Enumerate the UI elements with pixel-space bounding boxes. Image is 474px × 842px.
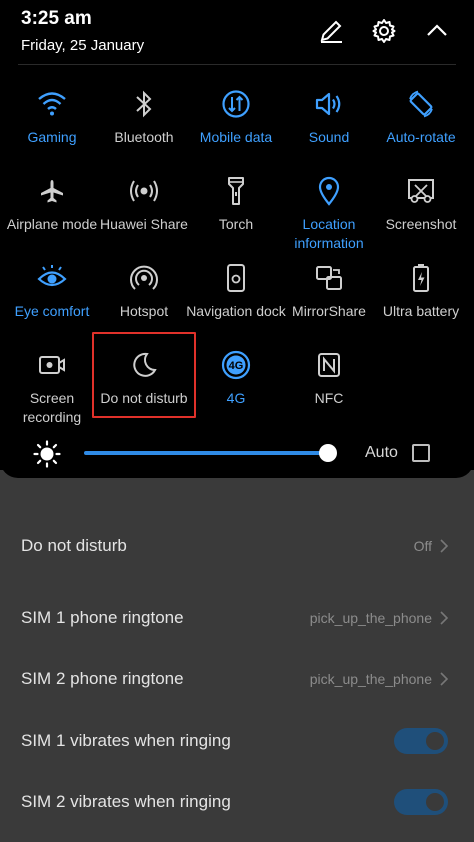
tile-label: 4G [226,390,246,406]
settings-row-sim2-ringtone[interactable]: SIM 2 phone ringtone pick_up_the_phone [0,648,474,709]
tile-mobile-data[interactable]: Mobile data [190,88,282,174]
chevron-right-icon [440,610,449,625]
tile-huawei-share[interactable]: Huawei Share [98,175,190,261]
rotate-icon [405,88,437,120]
airplane-icon [36,175,68,207]
tile-label: NFC [314,390,344,406]
highlight-box [92,332,196,418]
auto-brightness-label: Auto [365,444,398,461]
tile-label: Torch [218,216,254,232]
tile-location[interactable]: Location information [283,175,375,261]
chevron-right-icon [440,671,449,686]
quick-settings-panel: 3:25 am Friday, 25 January Gaming Blueto… [0,0,474,478]
edit-icon[interactable] [316,16,346,46]
tile-eye-comfort[interactable]: Eye comfort [6,262,98,348]
tile-nfc[interactable]: NFC [283,349,375,435]
tile-label: MirrorShare [292,303,366,319]
settings-row-label: Do not disturb [21,535,127,555]
tile-navigation-dock[interactable]: Navigation dock [186,262,286,348]
tile-label: Navigation dock [186,303,286,319]
chevron-up-icon[interactable] [422,16,452,46]
brightness-icon [33,440,61,468]
speaker-icon [313,88,345,120]
eye-icon [36,262,68,294]
tile-airplane-mode[interactable]: Airplane mode [6,175,98,261]
tile-torch[interactable]: Torch [190,175,282,261]
tile-label: Hotspot [119,303,169,319]
settings-row-label: SIM 1 vibrates when ringing [21,730,231,750]
tile-label: Bluetooth [114,129,174,145]
settings-row-label: SIM 2 phone ringtone [21,668,184,688]
clock-date: Friday, 25 January [21,37,145,54]
mobile-data-icon [220,88,252,120]
settings-row-sim1-ringtone[interactable]: SIM 1 phone ringtone pick_up_the_phone [0,587,474,648]
chevron-right-icon [440,538,449,553]
tile-bluetooth[interactable]: Bluetooth [98,88,190,174]
settings-row-do-not-disturb[interactable]: Do not disturb Off [0,515,474,576]
screen-recording-icon [36,349,68,381]
tile-label: Mobile data [199,129,273,145]
settings-row-sim2-vibrate[interactable]: SIM 2 vibrates when ringing [0,771,474,832]
toggle-switch[interactable] [394,727,448,754]
tile-label: Screenshot [385,216,457,232]
tile-sound[interactable]: Sound [283,88,375,174]
auto-brightness-checkbox[interactable] [412,444,430,462]
bluetooth-icon [128,88,160,120]
tile-4g[interactable]: 4G 4G [190,349,282,435]
tile-ultra-battery[interactable]: Ultra battery [375,262,467,348]
svg-text:4G: 4G [229,360,244,372]
tile-label: Ultra battery [382,303,460,319]
screenshot-icon [405,175,437,207]
settings-row-value: pick_up_the_phone [309,670,432,687]
settings-row-label: SIM 1 phone ringtone [21,607,184,627]
tile-label: Eye comfort [14,303,90,319]
toggle-switch[interactable] [394,788,448,815]
settings-row-sim1-vibrate[interactable]: SIM 1 vibrates when ringing [0,710,474,771]
nfc-icon [313,349,345,381]
brightness-slider-track[interactable] [84,451,328,455]
tile-label: Gaming [27,129,77,145]
settings-list: Do not disturb Off SIM 1 phone ringtone … [0,470,474,842]
wifi-icon [36,88,68,120]
tile-mirrorshare[interactable]: MirrorShare [283,262,375,348]
gear-icon[interactable] [369,16,399,46]
tile-label: Screen recording [22,390,82,425]
share-icon [128,175,160,207]
tile-label: Huawei Share [100,216,188,232]
tile-label: Auto-rotate [386,129,456,145]
settings-row-label: SIM 2 vibrates when ringing [21,791,231,811]
torch-icon [220,175,252,207]
settings-row-value: pick_up_the_phone [309,609,432,626]
tile-gaming[interactable]: Gaming [6,88,98,174]
location-icon [313,175,345,207]
tile-label: Location information [294,216,364,251]
tile-screenshot[interactable]: Screenshot [375,175,467,261]
header-divider [18,64,456,65]
clock-time: 3:25 am [21,8,92,29]
hotspot-icon [128,262,160,294]
mirror-share-icon [313,262,345,294]
tile-auto-rotate[interactable]: Auto-rotate [375,88,467,174]
tile-label: Sound [308,129,350,145]
tile-screen-recording[interactable]: Screen recording [6,349,98,435]
settings-row-value: Off [413,537,432,554]
tile-label: Airplane mode [6,216,98,232]
navigation-dock-icon [220,262,252,294]
battery-icon [405,262,437,294]
brightness-slider-thumb[interactable] [319,444,337,462]
4g-icon: 4G [220,349,252,381]
